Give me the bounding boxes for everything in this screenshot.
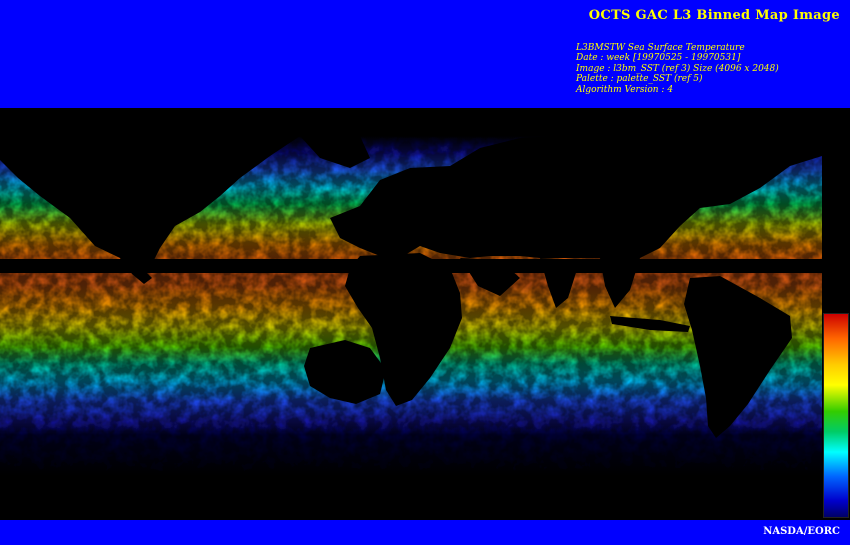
image-info-block: L3BMSTW Sea Surface Temperature Date : w… <box>576 43 779 95</box>
sst-map <box>0 108 850 520</box>
palette-line: Palette : palette_SST (ref 5) <box>576 74 703 85</box>
land-antarctica <box>0 480 822 520</box>
sst-map-image <box>0 136 822 520</box>
credit-label: NASDA/EORC <box>763 526 840 537</box>
page-title: OCTS GAC L3 Binned Map Image <box>588 8 840 23</box>
product-line: L3BMSTW Sea Surface Temperature <box>576 43 745 53</box>
date-line: Date : week [19970525 - 19970531] <box>576 53 741 64</box>
algorithm-line: Algorithm Version : 4 <box>576 84 674 95</box>
header-banner: OCTS GAC L3 Binned Map Image L3BMSTW Sea… <box>0 0 850 108</box>
image-line: Image : l3bm_SST (ref 3) Size (4096 x 20… <box>576 63 779 74</box>
sst-color-scale <box>823 313 849 518</box>
data-gap-band <box>0 259 822 273</box>
footer-banner: NASDA/EORC <box>0 520 850 545</box>
color-scale-fill <box>824 314 848 517</box>
